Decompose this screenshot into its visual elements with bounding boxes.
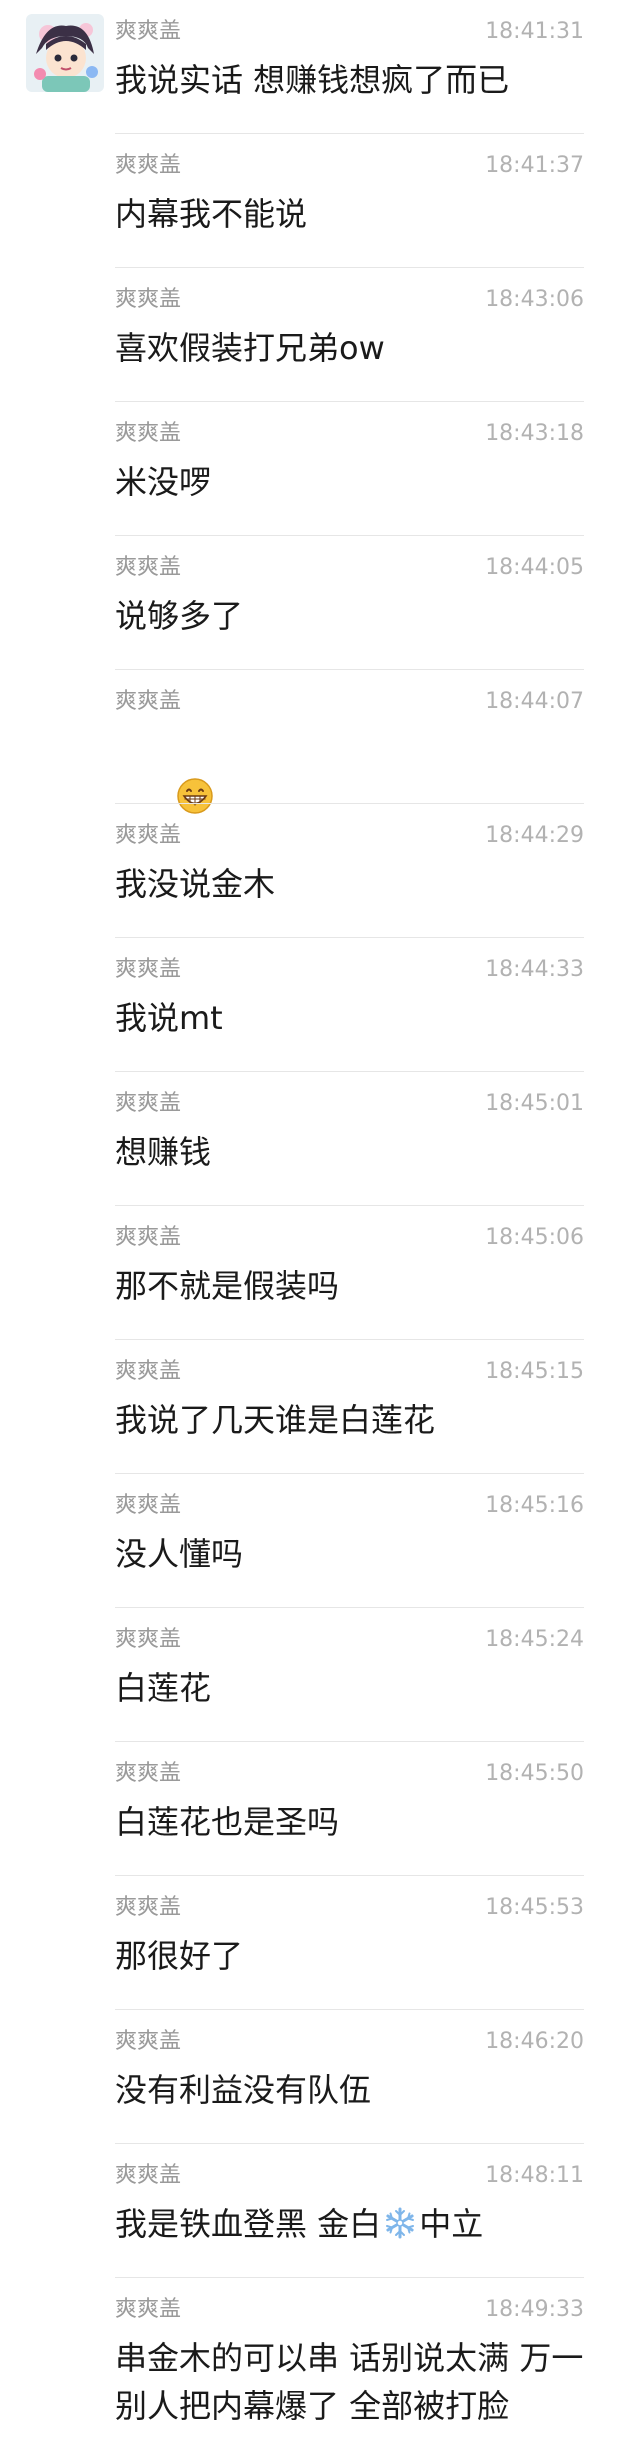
message-text: 我说实话 想赚钱想疯了而已 [115, 61, 510, 99]
message-text: 我说了几天谁是白莲花 [115, 1401, 436, 1439]
sender-name: 爽爽盖 [115, 2029, 182, 2054]
message-text: 我是铁血登黑 金白 中立 [115, 2200, 585, 2248]
message-time: 18:45:06 [485, 1225, 584, 1250]
sender-name: 爽爽盖 [115, 2297, 182, 2322]
chat-message[interactable]: 爽爽盖 18:45:06 那不就是假装吗 [0, 1206, 620, 1340]
message-time: 18:44:07 [485, 689, 584, 714]
avatar-image [26, 14, 104, 92]
sender-name: 爽爽盖 [115, 153, 182, 178]
chat-message[interactable]: 爽爽盖 18:45:01 想赚钱 [0, 1072, 620, 1206]
chat-message[interactable]: 爽爽盖 18:45:50 白莲花也是圣吗 [0, 1742, 620, 1876]
chat-message[interactable]: 爽爽盖 18:41:37 内幕我不能说 [0, 134, 620, 268]
message-time: 18:45:53 [485, 1895, 584, 1920]
chat-message[interactable]: 爽爽盖 18:44:33 我说mt [0, 938, 620, 1072]
chat-message[interactable]: 爽爽盖 18:44:05 说够多了 [0, 536, 620, 670]
message-text: 串金木的可以串 话别说太满 万一别人把内幕爆了 全部被打脸 [115, 2339, 584, 2425]
message-time: 18:43:06 [485, 287, 584, 312]
message-time: 18:49:33 [485, 2297, 584, 2322]
snowflake-emoji [386, 2207, 415, 2239]
message-time: 18:41:31 [485, 19, 584, 44]
sender-name: 爽爽盖 [115, 689, 182, 714]
chat-message[interactable]: 爽爽盖 18:45:16 没人懂吗 [0, 1474, 620, 1608]
sender-name: 爽爽盖 [115, 1627, 182, 1652]
message-time: 18:45:50 [485, 1761, 584, 1786]
avatar[interactable] [26, 14, 104, 92]
sender-name: 爽爽盖 [115, 421, 182, 446]
message-text: 那很好了 [115, 1937, 244, 1975]
message-time: 18:48:11 [485, 2163, 584, 2188]
message-text: 没有利益没有队伍 [115, 2071, 372, 2109]
chat-message[interactable]: 爽爽盖 18:45:15 我说了几天谁是白莲花 [0, 1340, 620, 1474]
chat-message[interactable]: 爽爽盖 18:43:06 喜欢假装打兄弟ow [0, 268, 620, 402]
message-time: 18:45:15 [485, 1359, 584, 1384]
message-time: 18:44:33 [485, 957, 584, 982]
chat-message[interactable]: 爽爽盖 18:46:20 没有利益没有队伍 [0, 2010, 620, 2144]
message-text: 内幕我不能说 [115, 195, 308, 233]
message-text-part: 我是铁血登黑 金白 [115, 2205, 382, 2243]
sender-name: 爽爽盖 [115, 1761, 182, 1786]
sender-name: 爽爽盖 [115, 2163, 182, 2188]
message-text: 想赚钱 [115, 1133, 212, 1171]
sender-name: 爽爽盖 [115, 1493, 182, 1518]
chat-message[interactable]: 爽爽盖 18:41:31 我说实话 想赚钱想疯了而已 [0, 0, 620, 134]
message-time: 18:41:37 [485, 153, 584, 178]
message-text: 没人懂吗 [115, 1535, 244, 1573]
message-text: 米没啰 [115, 463, 212, 501]
sender-name: 爽爽盖 [115, 957, 182, 982]
sender-name: 爽爽盖 [115, 19, 182, 44]
message-time: 18:44:05 [485, 555, 584, 580]
message-text: 白莲花也是圣吗 [115, 1803, 340, 1841]
message-text: 白莲花 [115, 1669, 212, 1707]
message-time: 18:45:24 [485, 1627, 584, 1652]
message-time: 18:46:20 [485, 2029, 584, 2054]
message-text: 喜欢假装打兄弟ow [115, 329, 385, 367]
message-time: 18:44:29 [485, 823, 584, 848]
message-text: 那不就是假装吗 [115, 1267, 340, 1305]
chat-message[interactable]: 爽爽盖 18:45:53 那很好了 [0, 1876, 620, 2010]
sender-name: 爽爽盖 [115, 287, 182, 312]
chat-message[interactable]: 爽爽盖 18:43:18 米没啰 [0, 402, 620, 536]
chat-message[interactable]: 爽爽盖 18:49:33 串金木的可以串 话别说太满 万一别人把内幕爆了 全部被… [0, 2278, 620, 2462]
sender-name: 爽爽盖 [115, 1091, 182, 1116]
message-time: 18:45:16 [485, 1493, 584, 1518]
chat-message[interactable]: 爽爽盖 18:45:24 白莲花 [0, 1608, 620, 1742]
message-time: 18:43:18 [485, 421, 584, 446]
sender-name: 爽爽盖 [115, 1895, 182, 1920]
chat-message[interactable]: 爽爽盖 18:44:29 我没说金木 [0, 804, 620, 938]
chat-message[interactable]: 爽爽盖 18:44:07 [0, 670, 620, 814]
message-time: 18:45:01 [485, 1091, 584, 1116]
sender-name: 爽爽盖 [115, 823, 182, 848]
sender-name: 爽爽盖 [115, 1359, 182, 1384]
sender-name: 爽爽盖 [115, 555, 182, 580]
chat-message[interactable]: 爽爽盖 18:48:11 我是铁血登黑 金白 中立 [0, 2144, 620, 2278]
sender-name: 爽爽盖 [115, 1225, 182, 1250]
message-text: 我说mt [115, 999, 223, 1037]
message-text-part: 中立 [419, 2205, 484, 2243]
message-text: 我没说金木 [115, 865, 276, 903]
message-text: 说够多了 [115, 597, 244, 635]
